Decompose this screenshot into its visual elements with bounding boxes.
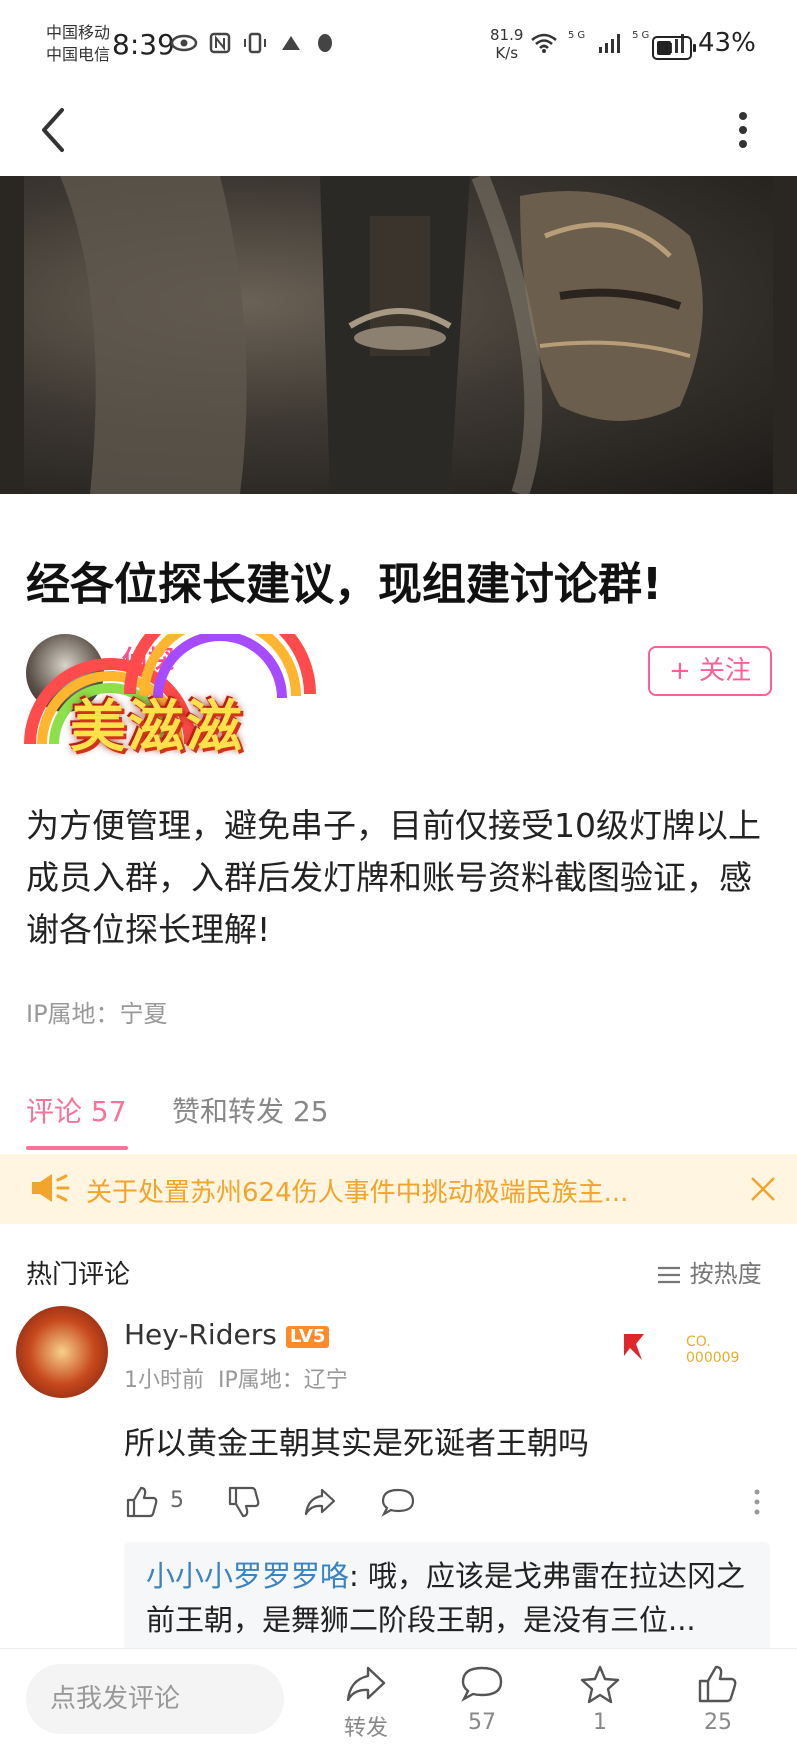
network-speed: 81.9 K/s <box>490 26 523 62</box>
vibrate-icon <box>244 32 266 54</box>
app-icon <box>282 36 300 50</box>
share-label: 转发 <box>343 1716 388 1741</box>
reply-preview-text[interactable]: 小小小罗罗罗咯: 哦，应该是戈弗雷在拉达冈之前王朝，是舞狮二阶段王朝，是没有三位… <box>146 1554 756 1642</box>
comment-share-button[interactable] <box>302 1484 342 1524</box>
comment-reply-button[interactable] <box>380 1484 420 1524</box>
wifi-icon <box>531 33 557 53</box>
speed-unit: K/s <box>495 44 519 62</box>
more-vertical-icon <box>754 1489 760 1515</box>
decoration-badge: 美滋滋 <box>20 634 400 784</box>
close-icon[interactable] <box>748 1174 778 1204</box>
carrier-1: 中国移动 <box>46 23 111 42</box>
reply-author[interactable]: 小小小罗罗罗咯 <box>146 1559 349 1593</box>
comment-dislike-button[interactable] <box>226 1484 266 1524</box>
like-count: 25 <box>704 1710 732 1735</box>
notice-text[interactable]: 关于处置苏州624伤人事件中挑动极端民族主... <box>86 1172 706 1209</box>
status-icons <box>170 30 336 55</box>
thumbs-down-icon <box>228 1486 260 1518</box>
sort-label: 按热度 <box>689 1260 762 1288</box>
thumbs-up-icon <box>698 1665 737 1703</box>
fan-badge-line1: CO. <box>686 1334 711 1350</box>
comment-meta: 1小时前 IP属地：辽宁 <box>124 1362 348 1394</box>
post-body: 为方便管理，避免串子，目前仅接受10级灯牌以上成员入群，入群后发灯牌和账号资料截… <box>26 806 761 949</box>
favorite-button[interactable]: 1 <box>560 1664 640 1735</box>
clock: 8:39 <box>112 28 175 61</box>
comment-count: 57 <box>468 1710 496 1735</box>
tab-comments[interactable]: 评论 57 <box>26 1090 127 1130</box>
active-tab-indicator <box>26 1146 128 1150</box>
back-button[interactable] <box>30 100 80 160</box>
comment-more-button[interactable] <box>750 1484 764 1524</box>
comment-input[interactable]: 点我发评论 <box>26 1664 284 1734</box>
chevron-left-icon <box>42 108 64 152</box>
sort-button[interactable]: 按热度 <box>656 1254 762 1289</box>
menu-icon <box>658 1266 680 1284</box>
thumbs-up-icon <box>126 1486 158 1518</box>
carrier-info: 中国移动 中国电信 <box>46 22 110 66</box>
star-icon <box>580 1665 620 1704</box>
qq-icon <box>318 34 332 52</box>
share-button[interactable]: 转发 <box>326 1664 406 1742</box>
share-icon <box>346 1666 386 1702</box>
battery-icon <box>652 36 696 60</box>
share-icon <box>304 1488 336 1516</box>
fan-badge-line2: 000009 <box>686 1350 740 1366</box>
speed-value: 81.9 <box>490 26 524 44</box>
fan-badge-icon <box>614 1326 654 1366</box>
armor-illustration <box>0 176 797 494</box>
like-button[interactable]: 25 <box>678 1664 758 1735</box>
signal-bars-1-icon <box>599 34 621 53</box>
tab-likes-shares[interactable]: 赞和转发 25 <box>172 1090 329 1130</box>
battery-percent: 43% <box>698 28 756 58</box>
more-vertical-icon <box>739 112 747 148</box>
comment-like-count: 5 <box>170 1488 184 1513</box>
post-hero-image[interactable] <box>0 176 797 494</box>
more-options-button[interactable] <box>728 100 758 160</box>
post-title: 经各位探长建议，现组建讨论群! <box>26 559 663 610</box>
commenter-avatar[interactable] <box>16 1306 108 1398</box>
post-ip-location: IP属地：宁夏 <box>26 1000 168 1028</box>
comment-time: 1小时前 <box>124 1368 204 1393</box>
favorite-count: 1 <box>593 1710 607 1735</box>
badge-text: 美滋滋 <box>70 695 244 760</box>
comment-text: 所以黄金王朝其实是死诞者王朝吗 <box>124 1426 589 1462</box>
chat-bubble-icon <box>461 1666 503 1702</box>
hot-comments-title: 热门评论 <box>26 1260 131 1290</box>
level-badge: LV5 <box>286 1326 330 1348</box>
network-type-2: 5G <box>632 30 653 41</box>
nfc-icon <box>209 32 231 54</box>
chat-bubble-icon <box>381 1488 415 1517</box>
carrier-2: 中国电信 <box>46 45 111 64</box>
megaphone-icon <box>28 1170 72 1206</box>
follow-button[interactable]: + 关注 <box>648 646 772 696</box>
eye-icon <box>170 34 198 52</box>
fan-number-badge: CO. 000009 <box>686 1334 739 1366</box>
status-bar: 中国移动 中国电信 8:39 81.9 K/s 5G 5G 43% <box>0 0 797 90</box>
network-type-1: 5G <box>568 30 589 41</box>
comment-ip: IP属地：辽宁 <box>218 1368 348 1393</box>
commenter-name[interactable]: Hey-Riders <box>124 1318 277 1351</box>
comments-button[interactable]: 57 <box>442 1664 522 1735</box>
